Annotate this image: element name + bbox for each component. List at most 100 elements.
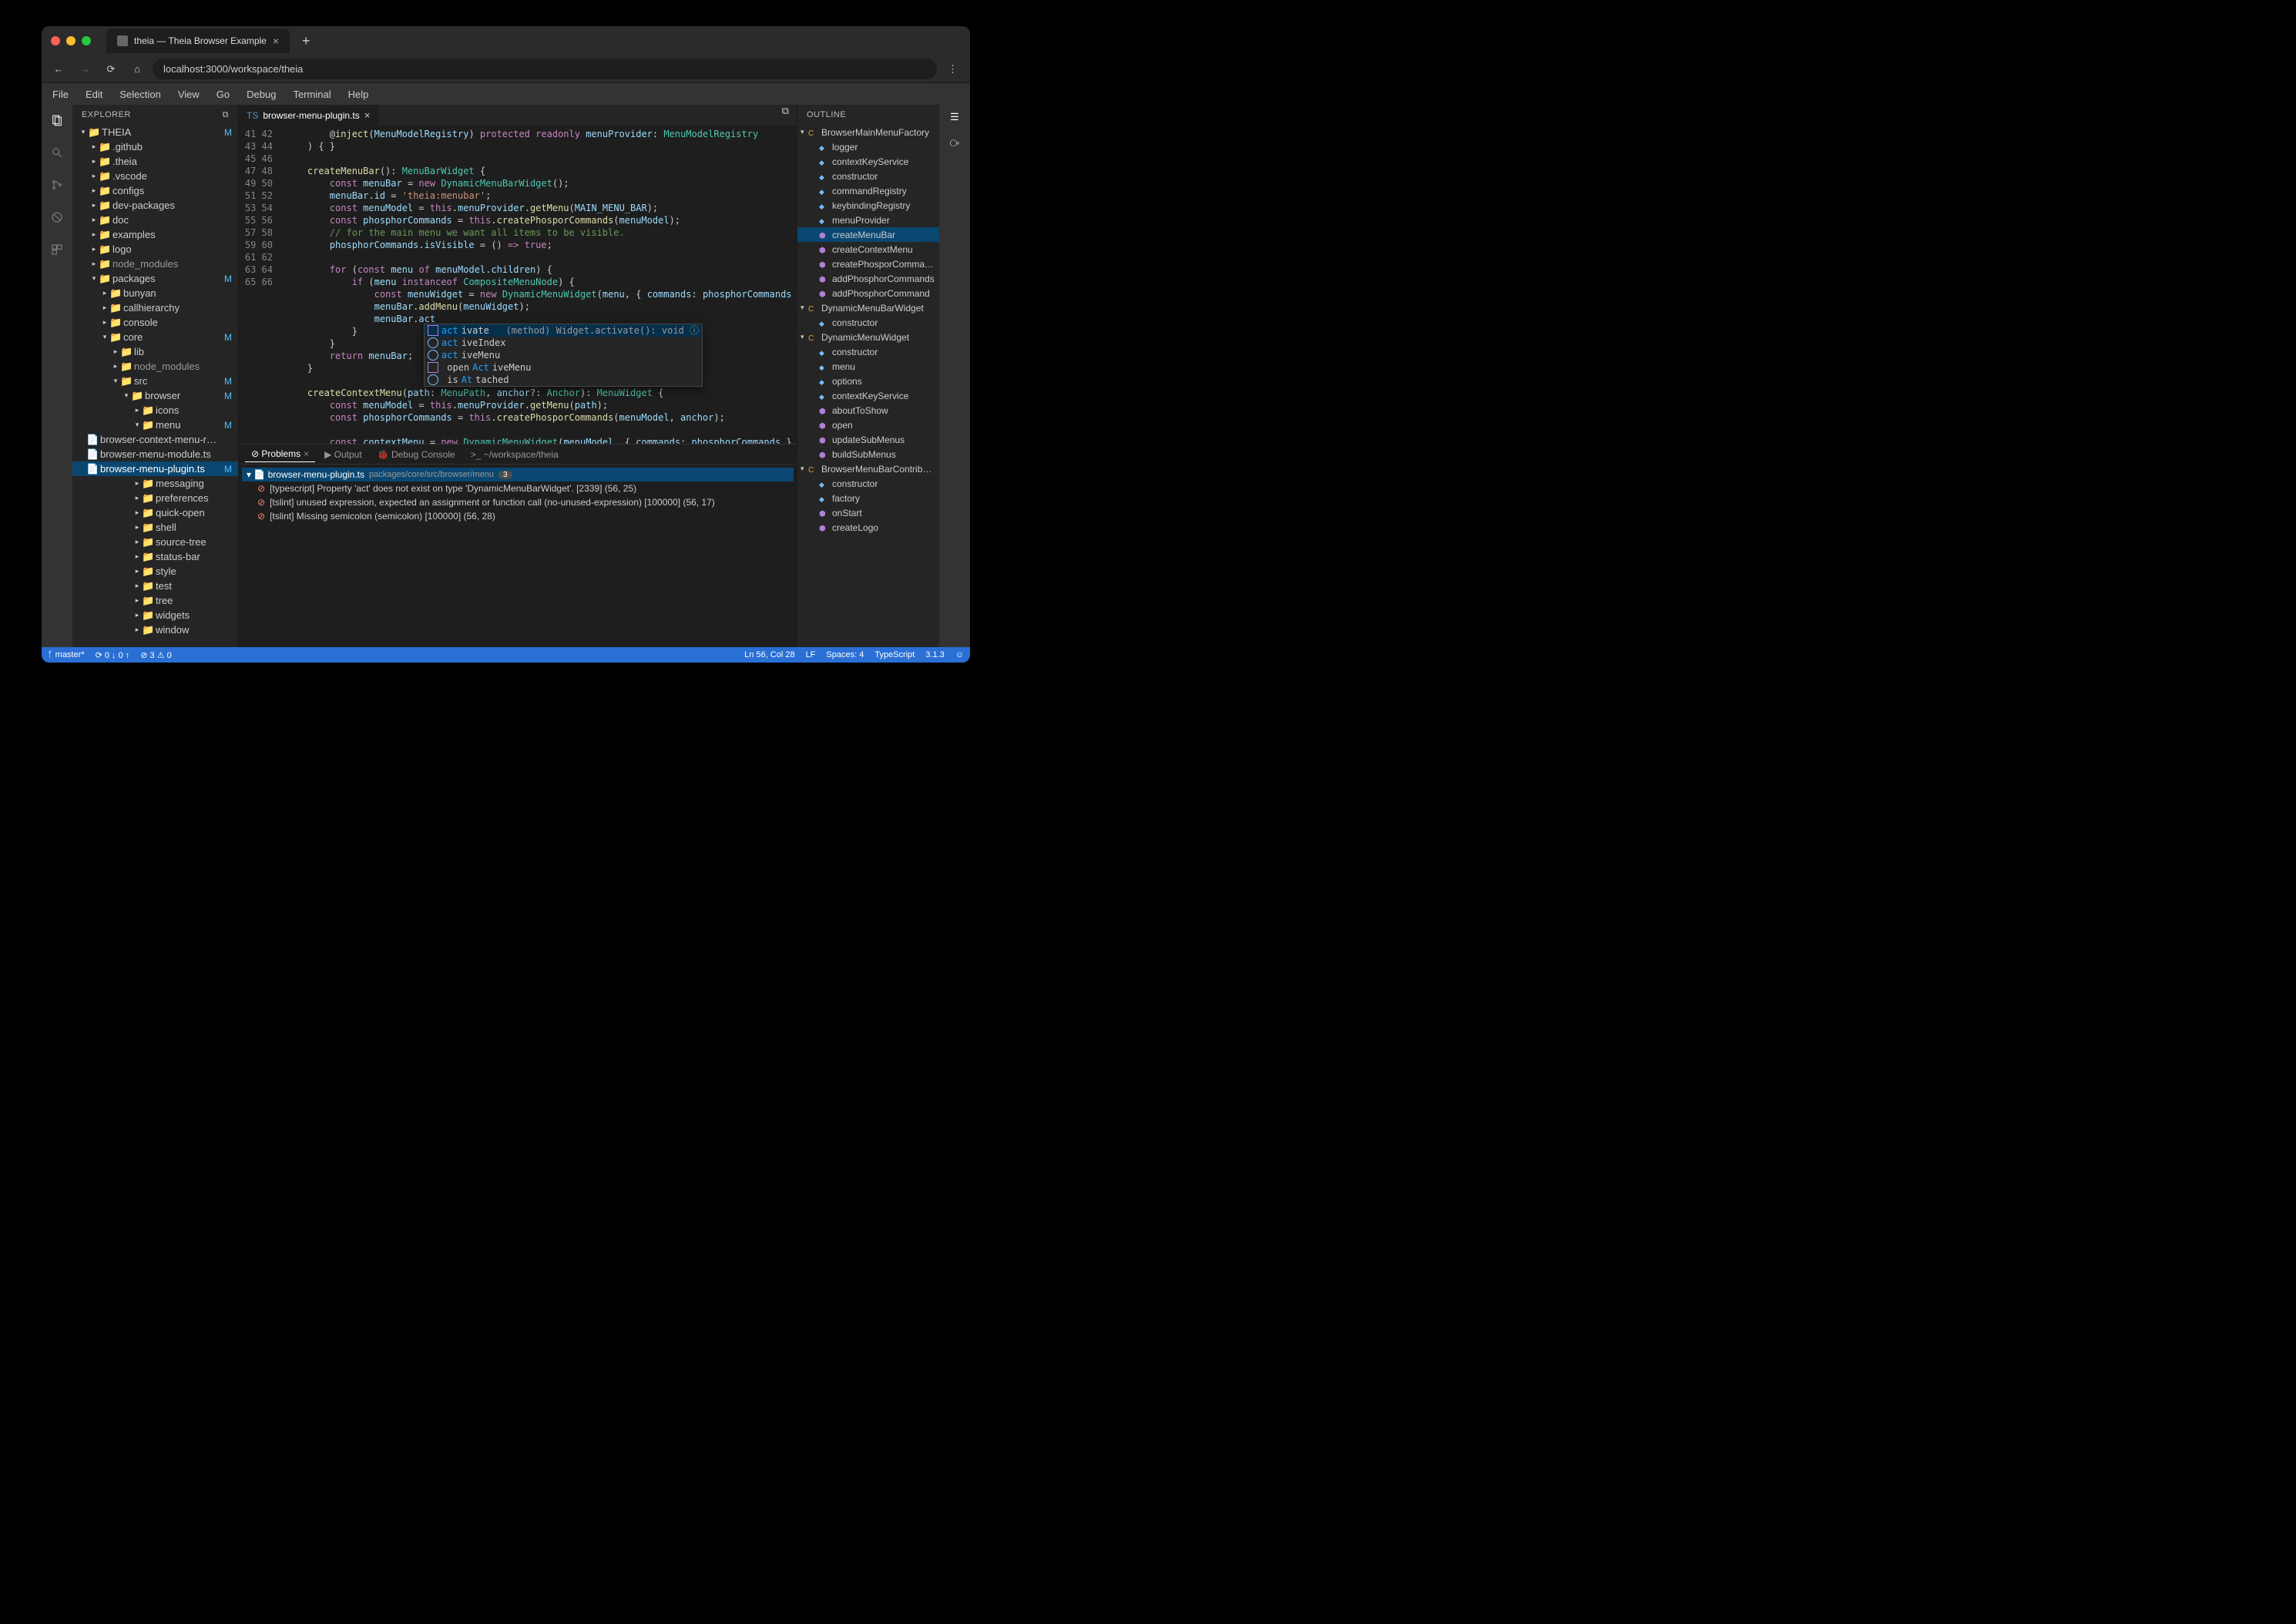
bottom-tab[interactable]: 🐞 Debug Console <box>371 447 462 462</box>
search-icon[interactable] <box>48 143 66 162</box>
tree-item[interactable]: ▸📁icons <box>72 403 238 418</box>
menu-debug[interactable]: Debug <box>239 86 284 103</box>
tree-item[interactable]: ▸📁shell <box>72 520 238 535</box>
menu-selection[interactable]: Selection <box>112 86 168 103</box>
tree-item[interactable]: ▸📁doc <box>72 213 238 227</box>
bottom-tab[interactable]: ⊘ Problems × <box>245 446 315 462</box>
debug-icon[interactable] <box>48 208 66 226</box>
outline-item[interactable]: ▾DynamicMenuBarWidget <box>797 300 939 315</box>
home-button[interactable]: ⌂ <box>126 59 148 80</box>
menu-terminal[interactable]: Terminal <box>285 86 338 103</box>
outline-item[interactable]: logger <box>797 139 939 154</box>
minimize-window-icon[interactable] <box>66 36 76 45</box>
tree-item[interactable]: ▸📁configs <box>72 183 238 198</box>
tree-item[interactable]: ▾📁menuM <box>72 418 238 432</box>
tree-item[interactable]: ▸📁.theia <box>72 154 238 169</box>
outline-item[interactable]: open <box>797 418 939 432</box>
close-tab-icon[interactable]: × <box>273 35 279 47</box>
outline-item[interactable]: commandRegistry <box>797 183 939 198</box>
explorer-collapse-icon[interactable]: ⧉ <box>223 110 229 120</box>
intellisense-popup[interactable]: activate(method) Widget.activate(): void… <box>424 324 703 387</box>
extensions-icon[interactable] <box>48 240 66 259</box>
tree-item[interactable]: ▸📁examples <box>72 227 238 242</box>
tree-item[interactable]: ▸📁bunyan <box>72 286 238 300</box>
git-icon[interactable] <box>48 176 66 194</box>
outline-view-icon[interactable]: ☰ <box>950 111 959 123</box>
split-editor-icon[interactable]: ⧉ <box>774 105 797 126</box>
problems-list[interactable]: ▾ 📄 browser-menu-plugin.ts packages/core… <box>239 465 797 647</box>
outline-item[interactable]: createLogo <box>797 520 939 535</box>
bottom-tab[interactable]: >_ ~/workspace/theia <box>465 447 565 462</box>
tree-item[interactable]: 📄browser-context-menu-r… <box>72 432 238 447</box>
tree-item[interactable]: ▸📁status-bar <box>72 549 238 564</box>
problem-file[interactable]: ▾ 📄 browser-menu-plugin.ts packages/core… <box>242 468 794 481</box>
outline-item[interactable]: ▾BrowserMainMenuFactory <box>797 125 939 139</box>
problem-item[interactable]: ⊘ [tslint] unused expression, expected a… <box>242 495 794 509</box>
close-editor-tab-icon[interactable]: × <box>364 109 371 121</box>
code-editor[interactable]: 41 42 43 44 45 46 47 48 49 50 51 52 53 5… <box>239 126 797 444</box>
cursor-position[interactable]: Ln 56, Col 28 <box>744 650 794 659</box>
outline-item[interactable]: addPhosphorCommands <box>797 271 939 286</box>
outline-item[interactable]: options <box>797 374 939 388</box>
browser-menu-button[interactable]: ⋮ <box>942 63 964 75</box>
problem-item[interactable]: ⊘ [tslint] Missing semicolon (semicolon)… <box>242 509 794 523</box>
menu-go[interactable]: Go <box>209 86 237 103</box>
menu-file[interactable]: File <box>45 86 76 103</box>
new-tab-button[interactable]: + <box>296 33 317 49</box>
feedback-icon[interactable]: ☺ <box>955 650 964 659</box>
suggest-item[interactable]: openActiveMenu <box>425 361 702 374</box>
outline-item[interactable]: constructor <box>797 344 939 359</box>
outline-item[interactable]: createMenuBar <box>797 227 939 242</box>
reload-button[interactable]: ⟳ <box>100 59 122 80</box>
tree-item[interactable]: ▸📁dev-packages <box>72 198 238 213</box>
zoom-window-icon[interactable] <box>82 36 91 45</box>
language-mode[interactable]: TypeScript <box>874 650 915 659</box>
tree-item[interactable]: ▸📁.vscode <box>72 169 238 183</box>
tree-item[interactable]: ▸📁test <box>72 579 238 593</box>
tree-item[interactable]: ▸📁widgets <box>72 608 238 622</box>
outline-item[interactable]: aboutToShow <box>797 403 939 418</box>
sync-status[interactable]: ⟳ 0 ↓ 0 ↑ <box>96 650 130 660</box>
editor-tab[interactable]: TS browser-menu-plugin.ts × <box>239 105 378 126</box>
suggest-item[interactable]: isAttached <box>425 374 702 386</box>
eol[interactable]: LF <box>806 650 816 659</box>
tree-item[interactable]: ▸📁messaging <box>72 476 238 491</box>
menu-view[interactable]: View <box>170 86 207 103</box>
suggest-item[interactable]: activate(method) Widget.activate(): void… <box>425 324 702 337</box>
browser-tab[interactable]: theia — Theia Browser Example × <box>106 29 290 53</box>
suggest-item[interactable]: activeMenu <box>425 349 702 361</box>
tree-item[interactable]: ▾📁srcM <box>72 374 238 388</box>
back-button[interactable]: ← <box>48 59 69 80</box>
outline-item[interactable]: updateSubMenus <box>797 432 939 447</box>
menu-help[interactable]: Help <box>341 86 377 103</box>
error-status[interactable]: ⊘ 3 ⚠ 0 <box>140 650 171 660</box>
tree-item[interactable]: ▸📁node_modules <box>72 359 238 374</box>
forward-button[interactable]: → <box>74 59 96 80</box>
tree-root[interactable]: ▾📁THEIAM <box>72 125 238 139</box>
git-branch[interactable]: ᚶ master* <box>48 650 85 659</box>
code-content[interactable]: @inject(MenuModelRegistry) protected rea… <box>285 126 797 444</box>
indent[interactable]: Spaces: 4 <box>826 650 864 659</box>
outline-item[interactable]: createContextMenu <box>797 242 939 257</box>
tree-item[interactable]: ▸📁lib <box>72 344 238 359</box>
tree-item[interactable]: ▸📁.github <box>72 139 238 154</box>
explorer-icon[interactable] <box>48 111 66 129</box>
outline-item[interactable]: factory <box>797 491 939 505</box>
tree-item[interactable]: ▸📁quick-open <box>72 505 238 520</box>
outline-item[interactable]: buildSubMenus <box>797 447 939 461</box>
tree-item[interactable]: ▸📁node_modules <box>72 257 238 271</box>
tree-item[interactable]: ▾📁coreM <box>72 330 238 344</box>
outline-item[interactable]: constructor <box>797 476 939 491</box>
outline-item[interactable]: contextKeyService <box>797 154 939 169</box>
tree-item[interactable]: 📄browser-menu-module.ts <box>72 447 238 461</box>
outline-item[interactable]: createPhosporComma… <box>797 257 939 271</box>
outline-item[interactable]: keybindingRegistry <box>797 198 939 213</box>
outline-item[interactable]: constructor <box>797 169 939 183</box>
outline-item[interactable]: ▾DynamicMenuWidget <box>797 330 939 344</box>
tree-item[interactable]: ▸📁console <box>72 315 238 330</box>
tree-item[interactable]: ▾📁browserM <box>72 388 238 403</box>
tree-item[interactable]: ▸📁window <box>72 622 238 637</box>
tree-item[interactable]: ▸📁source-tree <box>72 535 238 549</box>
file-tree[interactable]: ▾📁THEIAM▸📁.github▸📁.theia▸📁.vscode▸📁conf… <box>72 125 238 647</box>
outline-item[interactable]: ▾BrowserMenuBarContrib… <box>797 461 939 476</box>
